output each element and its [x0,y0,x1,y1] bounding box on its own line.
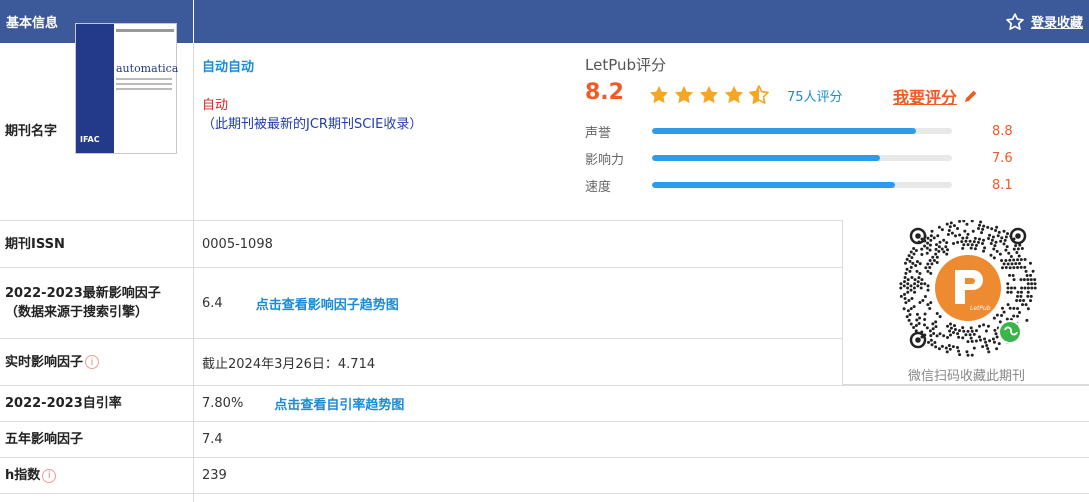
rate-journal-link[interactable]: 我要评分 [893,84,979,108]
realtime-if-value: 截止2024年3月26日：4.714 [202,356,376,372]
metric-value: 7.6 [992,150,1013,166]
metric-bar [652,155,952,161]
star-full-icon [724,85,744,104]
metric-label: 声誉 [585,125,612,141]
qr-code-panel: LetPub 微信扫码收藏此期刊 [842,219,1089,385]
header-actions: 登录收藏 [194,0,1089,43]
h-index-row: h指数 i 239 [0,458,1089,494]
impact-factor-cell: 6.4 点击查看影响因子趋势图 [194,268,399,338]
metric-reputation: 声誉 8.8 [585,123,1025,141]
self-cite-trend-link[interactable]: 点击查看自引率趋势图 [274,394,404,413]
impact-factor-label: 2022-2023最新影响因子 （数据来源于搜索引擎） [0,268,194,338]
journal-cover: automatica IFAC [75,23,179,154]
login-favorite-link[interactable]: 登录收藏 [1005,12,1083,32]
qr-caption: 微信扫码收藏此期刊 [907,369,1025,384]
impact-factor-label-source: （数据来源于搜索引擎） [5,305,149,320]
self-cite-value: 7.80% [202,396,244,411]
metric-bar [652,128,952,134]
metric-label: 影响力 [585,152,625,168]
cover-title: automatica [116,62,179,75]
metric-influence: 影响力 7.6 [585,150,1025,168]
self-cite-cell: 7.80% 点击查看自引率趋势图 [194,386,404,421]
journal-name-link[interactable]: 自动自动 [202,56,254,75]
star-half-icon [749,85,769,104]
metric-bar [652,182,952,188]
h-index-value: 239 [202,468,227,483]
star-full-icon [649,85,669,104]
metric-bar-fill [652,182,895,188]
next-row-label-stub [0,494,194,502]
self-cite-label: 2022-2023自引率 [0,386,194,421]
realtime-if-label: 实时影响因子 [5,354,84,370]
rater-count: 75人评分 [787,90,843,105]
h-index-label-cell: h指数 i [0,458,194,493]
five-year-if-row: 五年影响因子 7.4 [0,422,1089,458]
issn-label: 期刊ISSN [0,221,194,267]
five-year-if-label: 五年影响因子 [0,422,194,457]
five-year-if-value: 7.4 [202,432,223,447]
qr-logo-text: LetPub [970,305,991,312]
qr-code-image: LetPub [899,219,1037,357]
impact-factor-value: 6.4 [202,295,223,311]
metric-bar-fill [652,155,880,161]
pencil-icon [965,90,977,102]
self-cite-row: 2022-2023自引率 7.80% 点击查看自引率趋势图 [0,386,1089,422]
rating-score: 8.2 [585,80,624,105]
cover-subtitle-lines [116,78,172,93]
cover-publisher: IFAC [80,135,100,144]
info-circle-icon[interactable]: i [85,355,100,369]
metric-value: 8.8 [992,123,1013,139]
star-outline-icon [1006,12,1024,30]
issn-value: 0005-1098 [202,236,273,252]
rate-journal-label: 我要评分 [893,88,958,107]
impact-factor-trend-link[interactable]: 点击查看影响因子趋势图 [256,294,399,313]
rating-title: LetPub评分 [585,56,667,74]
next-row-stub [0,494,1089,502]
h-index-label: h指数 [5,468,41,483]
journal-abbr: 自动 [202,98,229,113]
metric-bar-fill [652,128,916,134]
star-full-icon [674,85,694,104]
cover-spine [76,24,114,153]
star-full-icon [699,85,719,104]
metric-label: 速度 [585,179,612,195]
login-favorite-label: 登录收藏 [1030,16,1083,31]
cover-top-line [116,29,174,32]
realtime-if-label-cell: 实时影响因子 i [0,339,194,385]
metric-value: 8.1 [992,177,1013,193]
rating-stars [648,84,773,106]
info-circle-icon[interactable]: i [42,468,57,483]
metric-speed: 速度 8.1 [585,177,1025,195]
impact-factor-label-main: 2022-2023最新影响因子 [5,286,161,301]
journal-index-note: （此期刊被最新的JCR期刊SCIE收录） [202,117,423,132]
